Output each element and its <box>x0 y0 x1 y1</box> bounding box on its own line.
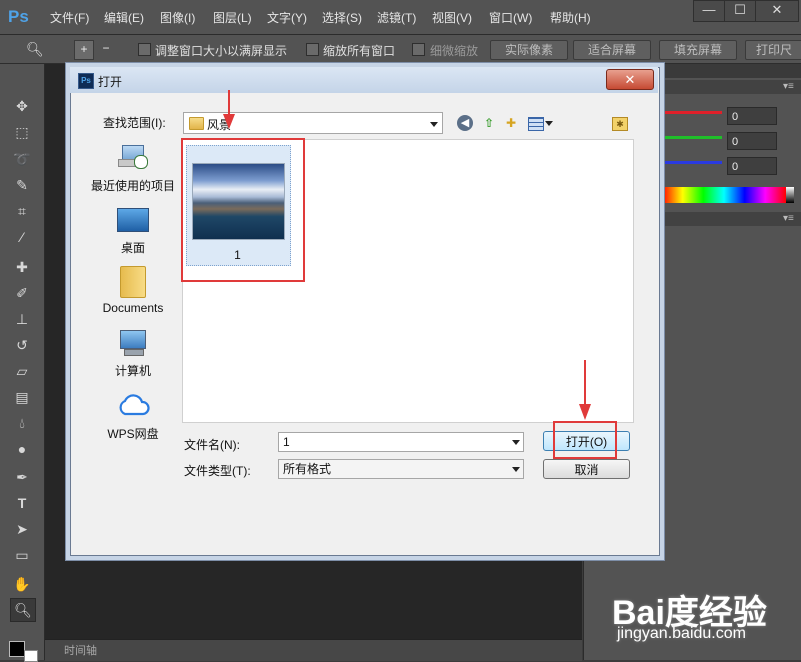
file-type-chevron-icon[interactable] <box>512 467 520 472</box>
red-arrow-annotation <box>223 90 235 129</box>
blue-slider[interactable] <box>662 161 722 164</box>
maximize-button[interactable]: ☐ <box>724 0 756 22</box>
close-app-button[interactable]: ✕ <box>755 0 799 22</box>
desktop-icon[interactable] <box>117 208 149 232</box>
blur-tool-icon[interactable]: 💧︎ <box>10 412 34 434</box>
move-tool-icon[interactable]: ✥ <box>10 95 34 117</box>
back-icon[interactable]: ◀ <box>457 115 473 131</box>
color-spectrum-bar[interactable] <box>662 187 786 203</box>
place-documents[interactable]: Documents <box>83 301 183 315</box>
menu-help[interactable]: 帮助(H) <box>550 9 591 26</box>
color-panel-tabs <box>662 80 801 94</box>
zoom-tool-selected-icon[interactable]: 🔍︎ <box>10 598 36 622</box>
menu-filter[interactable]: 滤镜(T) <box>377 9 416 26</box>
bridge-folder-icon[interactable]: ✱ <box>612 117 628 131</box>
zoom-out-icon[interactable]: − <box>97 40 115 58</box>
menu-image[interactable]: 图像(I) <box>160 9 195 26</box>
grayscale-ramp[interactable] <box>786 187 794 203</box>
menu-view[interactable]: 视图(V) <box>432 9 472 26</box>
fill-screen-button[interactable]: 填充屏幕 <box>659 40 737 60</box>
eyedropper-tool-icon[interactable]: ⁄ <box>10 226 34 248</box>
menu-type[interactable]: 文字(Y) <box>267 9 307 26</box>
documents-folder-icon[interactable] <box>120 266 146 298</box>
clone-stamp-tool-icon[interactable]: ⊥ <box>10 308 34 330</box>
zoom-all-checkbox[interactable] <box>306 43 319 56</box>
red-value-field[interactable]: 0 <box>727 107 777 125</box>
look-in-label: 查找范围(I): <box>103 116 166 130</box>
view-menu-chevron-icon[interactable] <box>545 121 553 126</box>
up-folder-icon[interactable]: ⇧ <box>481 115 497 131</box>
zoom-all-label: 缩放所有窗口 <box>323 44 396 58</box>
photoshop-logo: Ps <box>8 7 29 26</box>
fit-screen-button[interactable]: 适合屏幕 <box>573 40 651 60</box>
gradient-tool-icon[interactable]: ▤ <box>10 386 34 408</box>
place-desktop[interactable]: 桌面 <box>83 239 183 256</box>
lasso-tool-icon[interactable]: ➰ <box>10 148 34 170</box>
green-slider[interactable] <box>662 136 722 139</box>
timeline-panel <box>45 639 582 661</box>
file-type-label: 文件类型(T): <box>184 464 251 478</box>
file-name-label: 文件名(N): <box>184 438 240 452</box>
foreground-color-swatch[interactable] <box>9 641 25 657</box>
red-highlight-box <box>181 138 305 282</box>
marquee-tool-icon[interactable]: ⬚ <box>10 121 34 143</box>
red-highlight-open-box <box>553 421 617 459</box>
menu-edit[interactable]: 编辑(E) <box>104 9 144 26</box>
type-tool-icon[interactable]: T <box>10 492 34 514</box>
menu-select[interactable]: 选择(S) <box>322 9 362 26</box>
dialog-title: 打开 <box>98 75 123 89</box>
file-name-input[interactable]: 1 <box>278 432 524 452</box>
dialog-titlebar <box>70 67 658 93</box>
panel-menu-icon[interactable]: ▾≡ <box>783 81 794 92</box>
folder-icon <box>189 117 204 130</box>
menu-layer[interactable]: 图层(L) <box>213 9 252 26</box>
place-recent[interactable]: 最近使用的项目 <box>83 177 183 194</box>
red-slider[interactable] <box>662 111 722 114</box>
background-color-swatch[interactable] <box>24 650 38 662</box>
pen-tool-icon[interactable]: ✒ <box>10 466 34 488</box>
quick-selection-tool-icon[interactable]: ✎ <box>10 174 34 196</box>
photoshop-small-icon: Ps <box>78 73 94 89</box>
scrubby-zoom-checkbox[interactable] <box>412 43 425 56</box>
red-arrow-annotation-open <box>579 360 591 420</box>
healing-brush-tool-icon[interactable]: ✚ <box>10 256 34 278</box>
place-computer[interactable]: 计算机 <box>83 362 183 379</box>
path-selection-tool-icon[interactable]: ➤ <box>10 518 34 540</box>
print-size-button[interactable]: 打印尺 <box>745 40 801 60</box>
rectangle-tool-icon[interactable]: ▭ <box>10 544 34 566</box>
zoom-in-icon[interactable]: + <box>74 40 94 60</box>
green-value-field[interactable]: 0 <box>727 132 777 150</box>
menu-window[interactable]: 窗口(W) <box>489 9 532 26</box>
file-type-select[interactable]: 所有格式 <box>278 459 524 479</box>
view-menu-icon[interactable] <box>528 117 544 131</box>
crop-tool-icon[interactable]: ⌗ <box>10 200 34 222</box>
adjustments-panel-tabs <box>662 212 801 226</box>
resize-windows-checkbox[interactable] <box>138 43 151 56</box>
history-brush-tool-icon[interactable]: ↺ <box>10 334 34 356</box>
minimize-button[interactable]: — <box>693 0 725 22</box>
zoom-tool-icon[interactable]: 🔍︎ <box>26 40 44 58</box>
baidu-jingyan-watermark-url: jingyan.baidu.com <box>617 625 746 642</box>
file-name-chevron-icon[interactable] <box>512 440 520 445</box>
dodge-tool-icon[interactable]: ● <box>10 438 34 460</box>
recent-places-icon[interactable] <box>118 145 148 171</box>
brush-tool-icon[interactable]: ✐ <box>10 282 34 304</box>
dialog-close-button[interactable]: ✕ <box>606 69 654 90</box>
new-folder-icon[interactable]: ✚ <box>503 115 519 131</box>
computer-icon[interactable] <box>118 330 146 356</box>
wps-cloud-icon[interactable] <box>116 393 150 417</box>
place-wps-cloud[interactable]: WPS网盘 <box>83 425 183 442</box>
scrubby-zoom-label: 细微缩放 <box>430 44 479 58</box>
menu-file[interactable]: 文件(F) <box>50 9 89 26</box>
timeline-tab[interactable]: 时间轴 <box>64 642 97 658</box>
cancel-button[interactable]: 取消 <box>543 459 630 479</box>
blue-value-field[interactable]: 0 <box>727 157 777 175</box>
hand-tool-icon[interactable]: ✋ <box>10 573 34 595</box>
panel-menu-icon-2[interactable]: ▾≡ <box>783 213 794 224</box>
eraser-tool-icon[interactable]: ▱ <box>10 360 34 382</box>
actual-pixels-button[interactable]: 实际像素 <box>490 40 568 60</box>
resize-windows-label: 调整窗口大小以满屏显示 <box>155 44 288 58</box>
chevron-down-icon[interactable] <box>430 122 438 127</box>
